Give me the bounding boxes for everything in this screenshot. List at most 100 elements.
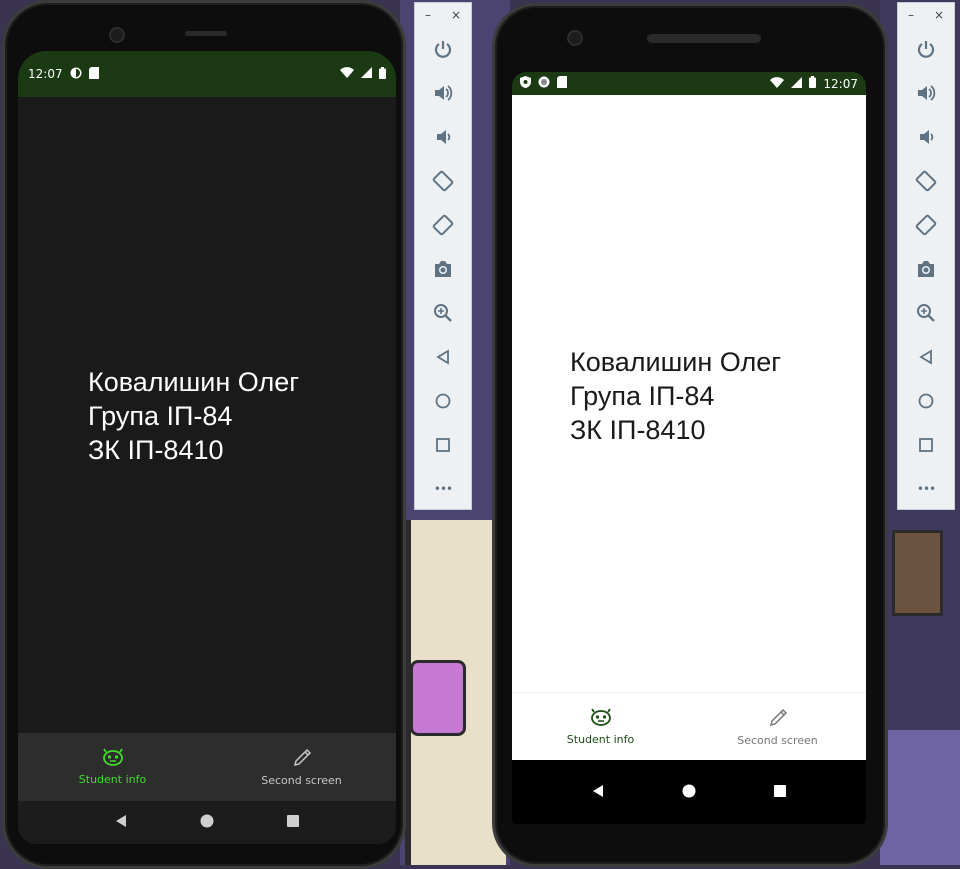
- student-name: Ковалишин Олег: [88, 367, 300, 397]
- zoom-button[interactable]: [415, 291, 471, 335]
- pencil-icon: [767, 707, 789, 730]
- nav-student-info[interactable]: Student info: [18, 733, 207, 801]
- sd-card-icon: [557, 76, 567, 91]
- power-button[interactable]: [898, 27, 954, 71]
- student-info-text: Ковалишин Олег Група ІП-84 ЗК ІП-8410: [88, 365, 299, 467]
- rotate-right-icon: [915, 214, 937, 236]
- home-icon[interactable]: [682, 783, 696, 802]
- emulator-toolbar: – × •••: [414, 2, 472, 510]
- wifi-icon: [770, 76, 785, 91]
- back-icon[interactable]: [591, 783, 605, 802]
- overview-icon[interactable]: [286, 813, 300, 832]
- status-bar: 12:07: [512, 72, 866, 95]
- system-navigation-bar: [18, 801, 396, 844]
- earpiece: [185, 31, 227, 36]
- nav-student-info[interactable]: Student info: [512, 693, 689, 761]
- more-icon: •••: [916, 482, 936, 496]
- status-time: 12:07: [28, 67, 63, 81]
- pencil-icon: [291, 747, 313, 770]
- volume-up-icon: [433, 83, 453, 103]
- app-notification-icon: [70, 67, 82, 82]
- nav-student-info-label: Student info: [566, 733, 635, 746]
- screenshot-button[interactable]: [415, 247, 471, 291]
- volume-down-icon: [916, 127, 936, 147]
- overview-button[interactable]: [415, 423, 471, 467]
- student-avatar-icon: [102, 748, 124, 769]
- minimize-button[interactable]: –: [908, 8, 914, 22]
- zoom-icon: [916, 303, 936, 323]
- status-bar: 12:07: [18, 51, 396, 97]
- rotate-right-icon: [432, 214, 454, 236]
- overview-icon: [435, 437, 451, 453]
- rotate-left-icon: [432, 170, 454, 192]
- home-button[interactable]: [415, 379, 471, 423]
- nav-second-screen[interactable]: Second screen: [207, 733, 396, 801]
- volume-up-button[interactable]: [898, 71, 954, 115]
- volume-down-button[interactable]: [415, 115, 471, 159]
- main-content: Ковалишин Олег Група ІП-84 ЗК ІП-8410: [18, 97, 396, 733]
- nav-second-screen-label: Second screen: [737, 734, 818, 747]
- sd-card-icon: [88, 66, 99, 82]
- home-icon: [918, 393, 934, 409]
- back-icon: [918, 349, 934, 365]
- cell-signal-icon: [361, 67, 372, 81]
- power-button[interactable]: [415, 27, 471, 71]
- back-icon: [435, 349, 451, 365]
- more-button[interactable]: •••: [898, 467, 954, 511]
- rotate-left-button[interactable]: [415, 159, 471, 203]
- more-icon: •••: [433, 482, 453, 496]
- system-navigation-bar: [512, 760, 866, 824]
- overview-icon: [918, 437, 934, 453]
- back-icon[interactable]: [114, 813, 128, 832]
- back-button[interactable]: [415, 335, 471, 379]
- front-camera: [109, 27, 125, 43]
- overview-button[interactable]: [898, 423, 954, 467]
- student-record-book: ЗК ІП-8410: [88, 435, 224, 465]
- student-name: Ковалишин Олег: [570, 347, 782, 377]
- close-button[interactable]: ×: [451, 8, 461, 22]
- student-group: Група ІП-84: [88, 401, 233, 431]
- battery-icon: [809, 76, 817, 91]
- emulator-toolbar: – × •••: [897, 2, 955, 510]
- nav-second-screen-label: Second screen: [261, 774, 342, 787]
- overview-icon[interactable]: [773, 783, 787, 802]
- emulator-phone-dark: 12:07 Ковалишин Олег Група ІП-84 ЗК ІП-8…: [2, 0, 406, 869]
- home-button[interactable]: [898, 379, 954, 423]
- minimize-button[interactable]: –: [425, 8, 431, 22]
- back-button[interactable]: [898, 335, 954, 379]
- zoom-button[interactable]: [898, 291, 954, 335]
- bottom-navigation: Student info Second screen: [18, 733, 396, 801]
- more-button[interactable]: •••: [415, 467, 471, 511]
- bottom-navigation: Student info Second screen: [512, 692, 866, 761]
- nav-student-info-label: Student info: [78, 773, 147, 786]
- volume-up-button[interactable]: [415, 71, 471, 115]
- screenshot-button[interactable]: [898, 247, 954, 291]
- wifi-icon: [340, 67, 354, 81]
- volume-up-icon: [916, 83, 936, 103]
- phone-screen: 12:07 Ковалишин Олег Група ІП-84 ЗК ІП-8…: [18, 51, 396, 844]
- cell-signal-icon: [791, 76, 803, 91]
- close-button[interactable]: ×: [934, 8, 944, 22]
- student-group: Група ІП-84: [570, 381, 715, 411]
- student-info-text: Ковалишин Олег Група ІП-84 ЗК ІП-8410: [570, 345, 781, 447]
- toolbar-window-controls: – ×: [415, 3, 471, 27]
- student-avatar-icon: [590, 708, 612, 729]
- rotate-right-button[interactable]: [898, 203, 954, 247]
- volume-down-icon: [433, 127, 453, 147]
- nav-second-screen[interactable]: Second screen: [689, 693, 866, 761]
- power-icon: [433, 39, 453, 59]
- front-camera: [567, 30, 583, 46]
- battery-icon: [379, 66, 386, 82]
- rotate-left-icon: [915, 170, 937, 192]
- rotate-right-button[interactable]: [415, 203, 471, 247]
- rotate-left-button[interactable]: [898, 159, 954, 203]
- camera-icon: [433, 260, 453, 278]
- camera-icon: [916, 260, 936, 278]
- volume-down-button[interactable]: [898, 115, 954, 159]
- shield-icon: [520, 76, 531, 91]
- student-record-book: ЗК ІП-8410: [570, 415, 706, 445]
- status-time: 12:07: [823, 76, 858, 91]
- home-icon[interactable]: [200, 813, 214, 832]
- phone-screen: 12:07 Ковалишин Олег Група ІП-84 ЗК ІП-8…: [512, 72, 866, 824]
- toolbar-window-controls: – ×: [898, 3, 954, 27]
